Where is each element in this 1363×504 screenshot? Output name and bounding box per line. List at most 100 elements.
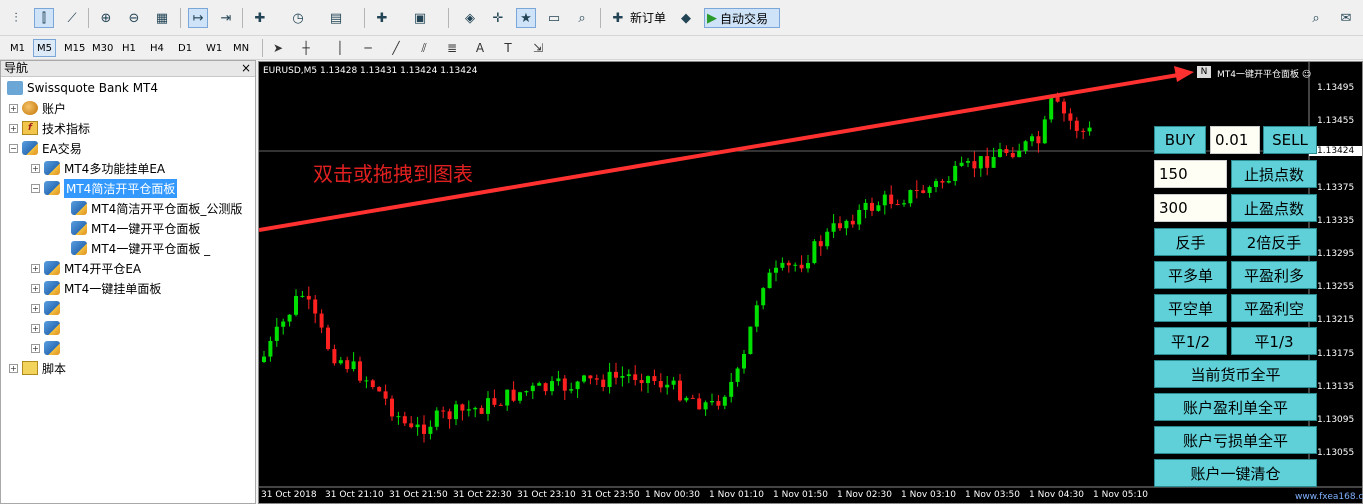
tree-item-ea-selected[interactable]: − MT4简洁开平仓面板 (31, 178, 178, 198)
double-reverse-button[interactable]: 2倍反手 (1231, 228, 1317, 256)
tree-item-indicators[interactable]: + f 技术指标 (9, 118, 90, 138)
metaeditor-icon[interactable]: ◆ (676, 8, 696, 28)
tf-h4[interactable]: H4 (146, 39, 168, 57)
navigator-icon[interactable]: ★ (516, 8, 536, 28)
candle-body (678, 380, 682, 401)
arrows-icon[interactable]: ⇲ (528, 39, 548, 57)
data-window-icon[interactable]: ✛ (488, 8, 508, 28)
close-loss-all-button[interactable]: 账户亏损单全平 (1154, 426, 1317, 454)
chat-icon[interactable]: ✉ (1336, 8, 1356, 28)
chart-shift-icon[interactable]: ⇥ (216, 8, 236, 28)
line-chart-icon[interactable]: ⟋ (62, 8, 82, 28)
terminal-icon[interactable]: ▭ (544, 8, 564, 28)
tf-d1[interactable]: D1 (174, 39, 196, 57)
tree-item-accounts[interactable]: + 账户 (9, 98, 66, 118)
candle-body (1017, 150, 1022, 158)
tree-item-ea[interactable]: MT4一键开平仓面板 _ (71, 238, 210, 258)
close-third-button[interactable]: 平1/3 (1231, 327, 1317, 355)
expand-icon[interactable]: + (31, 283, 40, 293)
lot-input[interactable]: 0.01 (1210, 126, 1260, 154)
stop-loss-input[interactable]: 150 (1154, 160, 1227, 188)
zoom-out-icon[interactable]: ⊖ (124, 8, 144, 28)
strategy-tester-icon[interactable]: ⌕ (572, 8, 592, 28)
tf-m30[interactable]: M30 (88, 39, 117, 57)
tf-m5[interactable]: M5 (33, 39, 56, 57)
cursor-icon[interactable]: ➤ (268, 39, 288, 57)
reverse-button[interactable]: 反手 (1154, 228, 1227, 256)
autoscroll-icon[interactable]: ↦ (188, 8, 208, 28)
close-account-all-button[interactable]: 账户一键清仓 (1154, 459, 1317, 487)
stop-loss-label[interactable]: 止损点数 (1231, 160, 1317, 188)
vertical-line-icon[interactable]: │ (330, 39, 350, 57)
close-profit-all-button[interactable]: 账户盈利单全平 (1154, 393, 1317, 421)
bar-chart-icon[interactable]: ⫶ (6, 8, 26, 28)
channel-icon[interactable]: ⫽ (414, 39, 434, 57)
annotation-arrow (259, 72, 1185, 232)
tree-item-ea[interactable]: + MT4多功能挂单EA (31, 158, 165, 178)
text-label-icon[interactable]: T (498, 39, 518, 57)
tree-item-expert-advisors[interactable]: − EA交易 (9, 138, 82, 158)
fibonacci-icon[interactable]: ≣ (442, 39, 462, 57)
indicators-icon[interactable]: ✚ (250, 8, 270, 28)
take-profit-input[interactable]: 300 (1154, 194, 1227, 222)
new-order-icon[interactable]: ✚ (608, 8, 628, 28)
expand-icon[interactable]: + (31, 263, 40, 273)
time-tick-label: 31 Oct 21:10 (325, 490, 384, 500)
expand-icon[interactable]: + (31, 303, 40, 313)
close-half-button[interactable]: 平1/2 (1154, 327, 1227, 355)
auto-trading-icon: ▶ (707, 10, 717, 26)
profiles-icon[interactable]: ▣ (410, 8, 430, 28)
crosshair-icon[interactable]: ┼ (296, 39, 316, 57)
collapse-icon[interactable]: − (9, 143, 18, 153)
tree-item-ea[interactable]: + MT4开平仓EA (31, 258, 141, 278)
text-icon[interactable]: A (470, 39, 490, 57)
zoom-in-icon[interactable]: ⊕ (96, 8, 116, 28)
expand-icon[interactable]: + (9, 363, 18, 373)
tile-windows-icon[interactable]: ▦ (152, 8, 172, 28)
periods-clock-icon[interactable]: ◷ (288, 8, 308, 28)
close-short-button[interactable]: 平空单 (1154, 294, 1227, 322)
expand-icon[interactable]: + (31, 163, 40, 173)
tree-item-ea[interactable]: MT4一键开平仓面板 (71, 218, 200, 238)
expand-icon[interactable]: + (31, 323, 40, 333)
tree-item-ea[interactable]: + (31, 318, 64, 338)
sell-button[interactable]: SELL (1263, 126, 1317, 154)
tree-item-ea[interactable]: + (31, 338, 64, 358)
horizontal-line-icon[interactable]: ─ (358, 39, 378, 57)
tf-mn[interactable]: MN (229, 39, 253, 57)
tree-root[interactable]: Swissquote Bank MT4 (7, 78, 158, 98)
market-watch-icon[interactable]: ◈ (460, 8, 480, 28)
ea-icon (44, 281, 60, 295)
expand-icon[interactable]: + (9, 123, 18, 133)
collapse-icon[interactable]: − (31, 183, 40, 193)
tf-m1[interactable]: M1 (6, 39, 29, 57)
close-icon[interactable]: × (241, 61, 251, 76)
close-short-profit-button[interactable]: 平盈利空 (1231, 294, 1317, 322)
tree-item-ea[interactable]: MT4简洁开平仓面板_公测版 (71, 198, 242, 218)
templates-icon[interactable]: ▤ (326, 8, 346, 28)
trendline-icon[interactable]: ╱ (386, 39, 406, 57)
expand-icon[interactable]: + (31, 343, 40, 353)
tree-item-scripts[interactable]: + 脚本 (9, 358, 66, 378)
search-icon[interactable]: ⌕ (1306, 8, 1326, 28)
chart-window[interactable]: EURUSD,M5 1.13428 1.13431 1.13424 1.1342… (258, 61, 1363, 504)
tf-m15[interactable]: M15 (60, 39, 89, 57)
take-profit-label[interactable]: 止盈点数 (1231, 194, 1317, 222)
new-order-button[interactable]: 新订单 (630, 9, 666, 26)
new-chart-icon[interactable]: ✚ (372, 8, 392, 28)
close-symbol-all-button[interactable]: 当前货币全平 (1154, 360, 1317, 388)
close-long-button[interactable]: 平多单 (1154, 261, 1227, 289)
candle-body (601, 379, 606, 387)
tree-item-ea[interactable]: + MT4一键挂单面板 (31, 278, 161, 298)
candlestick-icon[interactable]: ⫿ (34, 8, 54, 28)
tree-item-ea[interactable]: + (31, 298, 64, 318)
candle-body (870, 202, 874, 211)
price-tick-label: 1.13175 (1317, 348, 1355, 359)
tf-w1[interactable]: W1 (202, 39, 226, 57)
buy-button[interactable]: BUY (1154, 126, 1206, 154)
close-long-profit-button[interactable]: 平盈利多 (1231, 261, 1317, 289)
tf-h1[interactable]: H1 (118, 39, 140, 57)
candle-body (652, 376, 657, 382)
auto-trading-button[interactable]: ▶ 自动交易 (704, 8, 780, 28)
expand-icon[interactable]: + (9, 103, 18, 113)
